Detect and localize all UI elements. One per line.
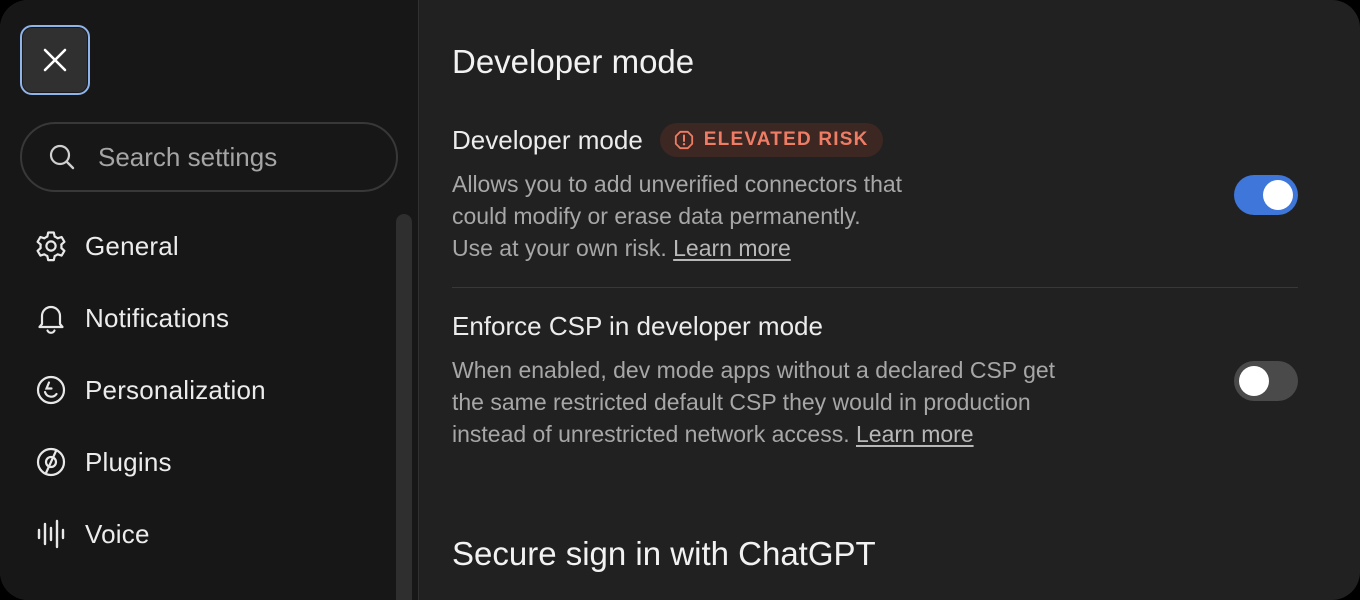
badge-label: ELEVATED RISK (703, 129, 869, 150)
search-input[interactable] (96, 140, 380, 174)
bell-icon (34, 301, 68, 335)
sidebar-scrollbar[interactable] (396, 214, 412, 600)
settings-nav: General Notifications Personalization Pl… (20, 210, 380, 570)
divider (452, 287, 1298, 288)
developer-mode-setting: Developer mode ELEVATED RISK Allows you … (452, 120, 1298, 264)
toggle-knob (1263, 180, 1293, 210)
description-line: the same restricted default CSP they wou… (452, 389, 1031, 415)
page-title: Developer mode (452, 43, 695, 80)
personalization-icon (34, 373, 68, 407)
learn-more-link[interactable]: Learn more (856, 421, 974, 447)
sidebar-item-personalization[interactable]: Personalization (20, 354, 380, 426)
description-line: could modify or erase data permanently. (452, 203, 861, 229)
section-title-secure-sign-in: Secure sign in with ChatGPT (452, 535, 876, 572)
learn-more-link[interactable]: Learn more (673, 235, 791, 261)
search-box[interactable] (20, 122, 398, 192)
setting-description: When enabled, dev mode apps without a de… (452, 354, 1298, 450)
sidebar-item-label: Plugins (85, 446, 172, 477)
toggle-knob (1239, 366, 1269, 396)
sidebar-item-notifications[interactable]: Notifications (20, 282, 380, 354)
sidebar-item-plugins[interactable]: Plugins (20, 426, 380, 498)
settings-window: General Notifications (0, 0, 1360, 600)
plugins-icon (34, 445, 68, 479)
enforce-csp-toggle[interactable] (1234, 361, 1298, 401)
sidebar-item-general[interactable]: General (20, 210, 380, 282)
setting-title: Enforce CSP in developer mode (452, 310, 823, 341)
close-icon (43, 48, 67, 72)
close-button[interactable] (20, 25, 90, 95)
elevated-risk-badge: ELEVATED RISK (659, 123, 883, 157)
sidebar-item-label: Personalization (85, 374, 266, 405)
setting-title: Developer mode (452, 124, 643, 155)
settings-sidebar: General Notifications (0, 0, 419, 600)
sidebar-item-label: Voice (85, 518, 150, 549)
search-icon (48, 143, 76, 171)
sidebar-item-label: Notifications (85, 302, 230, 333)
developer-mode-toggle[interactable] (1234, 175, 1298, 215)
setting-description: Allows you to add unverified connectors … (452, 168, 1298, 264)
enforce-csp-setting: Enforce CSP in developer mode When enabl… (452, 306, 1298, 450)
gear-icon (34, 229, 68, 263)
description-line: Allows you to add unverified connectors … (452, 171, 903, 197)
description-line: instead of unrestricted network access. (452, 421, 850, 447)
warning-icon (674, 130, 693, 150)
description-line: When enabled, dev mode apps without a de… (452, 357, 1056, 383)
sidebar-item-label: General (85, 230, 179, 261)
voice-waveform-icon (34, 517, 68, 551)
sidebar-item-voice[interactable]: Voice (20, 498, 380, 570)
description-line: Use at your own risk. (452, 235, 667, 261)
